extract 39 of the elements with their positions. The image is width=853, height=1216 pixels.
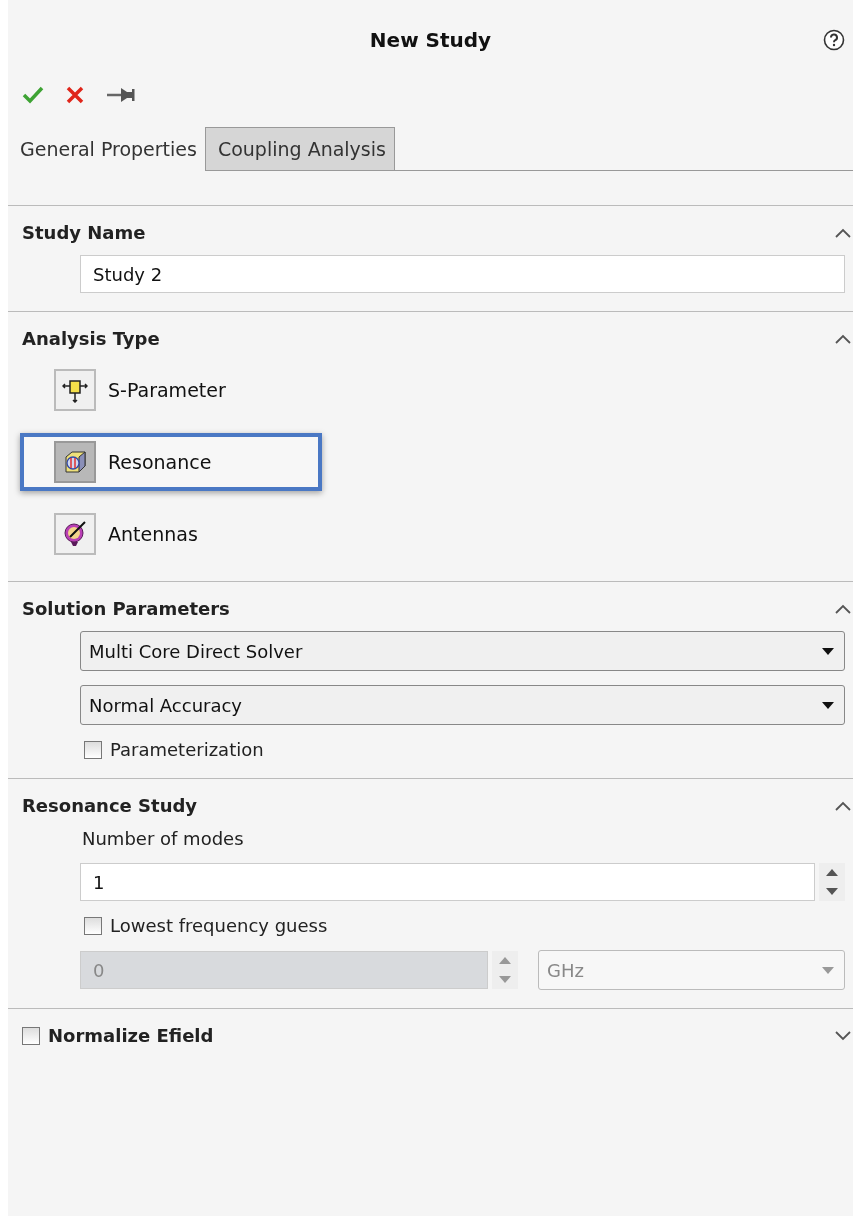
- field-label: Number of modes: [82, 828, 245, 849]
- section-title: Analysis Type: [22, 328, 161, 349]
- expand-chevron-icon[interactable]: [835, 1030, 851, 1041]
- modes-field[interactable]: 1: [80, 863, 815, 901]
- panel-title: New Study: [369, 28, 492, 52]
- cavity-box-icon: [62, 449, 88, 475]
- ok-check-icon[interactable]: [22, 86, 44, 104]
- dropdown-arrow-icon: [822, 647, 834, 655]
- dropdown[interactable]: Normal Accuracy: [80, 685, 845, 725]
- checkbox[interactable]: [22, 1026, 40, 1045]
- help-icon[interactable]: [823, 29, 845, 51]
- section-title: Solution Parameters: [22, 598, 231, 619]
- analysis-option[interactable]: Antennas: [20, 505, 322, 563]
- dropdown[interactable]: Multi Core Direct Solver: [80, 631, 845, 671]
- selected-option[interactable]: Resonance: [20, 433, 322, 491]
- section-title: Study Name: [22, 222, 147, 243]
- collapse-chevron-icon[interactable]: [835, 603, 851, 614]
- dropdown-arrow-icon: [822, 966, 834, 974]
- option-icon-button[interactable]: [54, 369, 96, 411]
- collapse-chevron-icon[interactable]: [835, 227, 851, 238]
- checkbox[interactable]: [84, 916, 102, 935]
- satellite-dish-icon: [62, 521, 88, 547]
- checkbox-label: Lowest frequency guess: [110, 915, 328, 936]
- option-icon-button[interactable]: [54, 513, 96, 555]
- checkbox[interactable]: [84, 740, 102, 759]
- checkbox-label: Parameterization: [110, 739, 264, 760]
- tab[interactable]: Coupling Analysis: [204, 127, 395, 171]
- close-icon[interactable]: [66, 86, 84, 104]
- collapse-chevron-icon[interactable]: [835, 800, 851, 811]
- section-title: Resonance Study: [22, 795, 199, 816]
- option-icon-button[interactable]: [54, 441, 96, 483]
- spinner[interactable]: [819, 863, 845, 901]
- section-title: Normalize Efield: [48, 1025, 215, 1046]
- port-arrows-icon: [62, 377, 88, 403]
- dropdown-arrow-icon: [822, 701, 834, 709]
- analysis-option[interactable]: S-Parameter: [20, 361, 322, 419]
- study-name-field[interactable]: Study 2: [80, 255, 845, 293]
- pin-icon[interactable]: [106, 86, 136, 104]
- collapse-chevron-icon[interactable]: [835, 333, 851, 344]
